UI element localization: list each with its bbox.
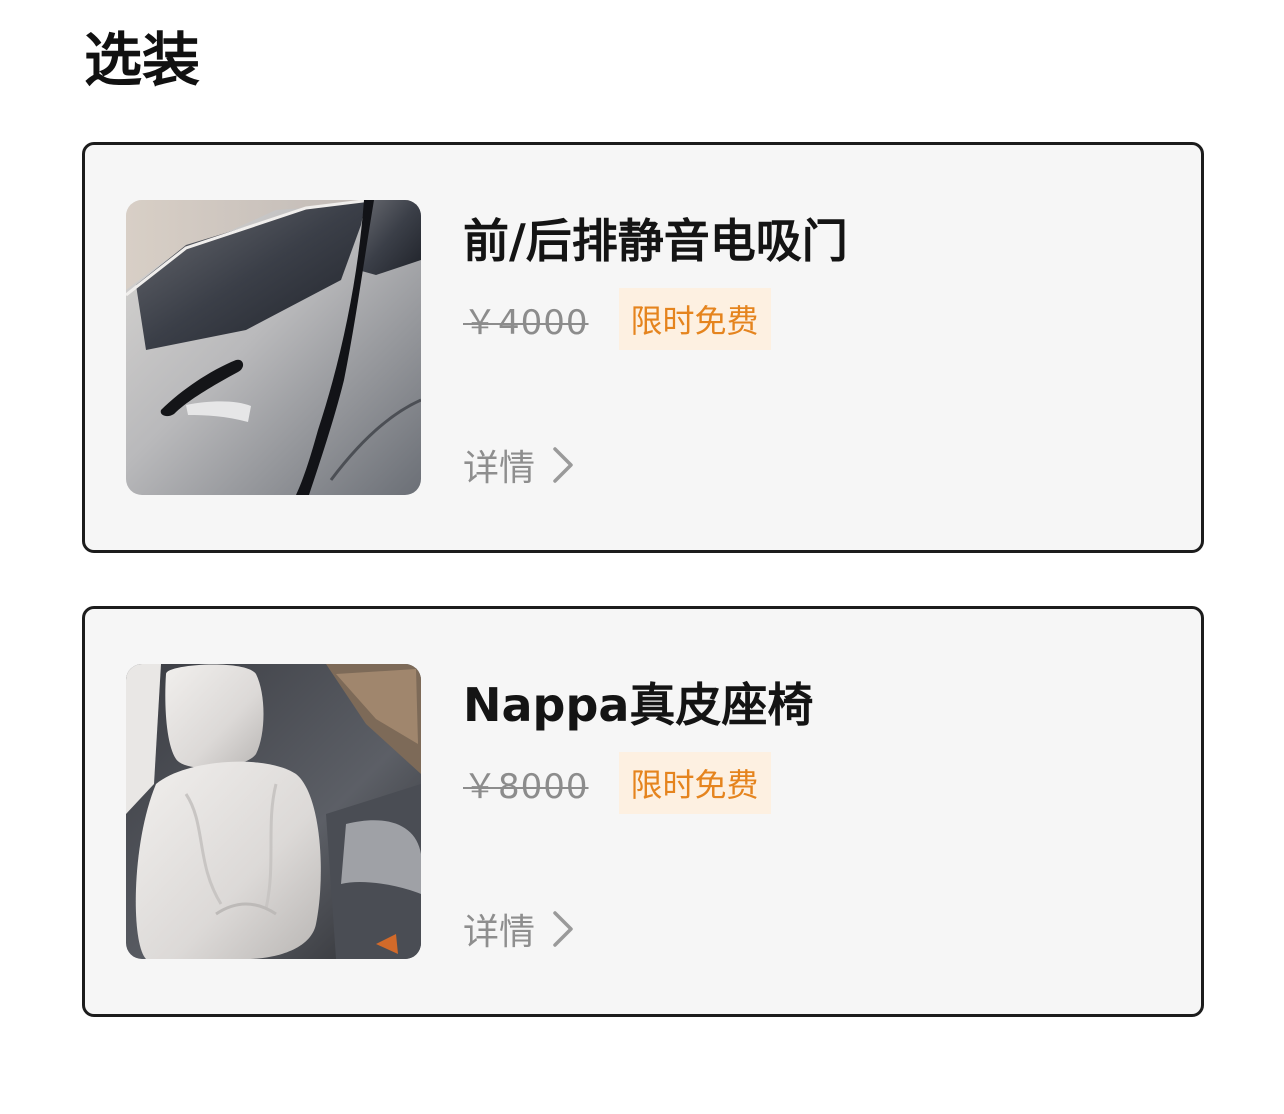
option-name: Nappa真皮座椅 — [463, 678, 814, 732]
details-link[interactable]: 详情 — [463, 903, 575, 955]
option-name: 前/后排静音电吸门 — [463, 214, 848, 268]
details-link[interactable]: 详情 — [463, 439, 575, 491]
free-badge: 限时免费 — [618, 752, 771, 814]
details-label: 详情 — [463, 912, 536, 953]
price-row: ￥8000 限时免费 — [463, 752, 771, 814]
car-door-photo — [126, 200, 421, 495]
option-card-nappa-seats[interactable]: Nappa真皮座椅 ￥8000 限时免费 详情 — [82, 606, 1204, 1017]
original-price: ￥8000 — [463, 766, 589, 807]
details-label: 详情 — [463, 448, 536, 489]
price-row: ￥4000 限时免费 — [463, 288, 771, 350]
original-price: ￥4000 — [463, 302, 589, 343]
option-card-electric-doors[interactable]: 前/后排静音电吸门 ￥4000 限时免费 详情 — [82, 142, 1204, 553]
chevron-right-icon — [551, 445, 575, 485]
chevron-right-icon — [551, 909, 575, 949]
section-title: 选装 — [84, 26, 201, 94]
leather-seat-photo — [126, 664, 421, 959]
free-badge: 限时免费 — [618, 288, 771, 350]
